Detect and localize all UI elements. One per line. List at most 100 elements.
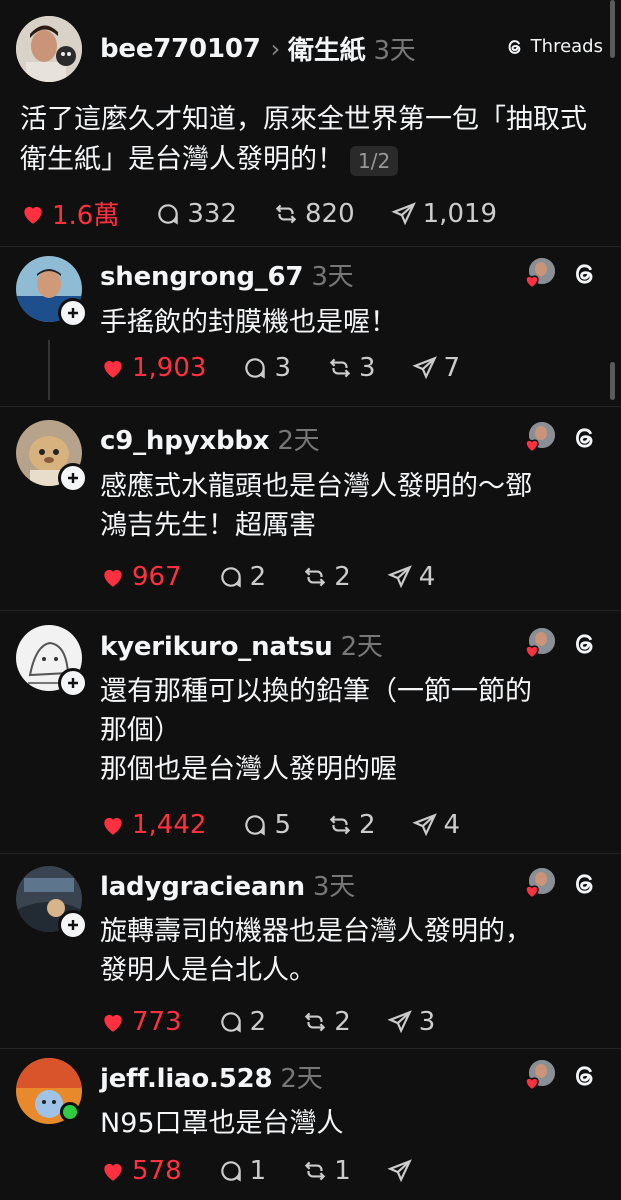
plus-icon — [68, 308, 78, 318]
reply-actions: 578 1 1 — [100, 1156, 419, 1186]
comment-count: 3 — [274, 353, 291, 383]
comment-icon — [245, 815, 266, 836]
reply-time: 2天 — [340, 632, 383, 662]
share-button[interactable]: 4 — [411, 810, 461, 840]
repost-button[interactable]: 1 — [302, 1156, 351, 1186]
share-count: 1,019 — [422, 198, 498, 229]
reply-text: 旋轉壽司的機器也是台灣人發明的， 發明人是台北人。 — [100, 912, 600, 990]
follow-button[interactable] — [58, 463, 88, 493]
comment-button[interactable]: 3 — [242, 353, 291, 383]
repost-button[interactable]: 820 — [273, 199, 355, 229]
divider — [0, 610, 621, 611]
post-time: 3天 — [373, 36, 416, 66]
like-button[interactable]: 578 — [100, 1156, 182, 1186]
reply-text-line: 鴻吉先生！超厲害 — [100, 510, 316, 541]
plus-icon — [68, 920, 78, 930]
like-button[interactable]: 1,903 — [100, 353, 206, 383]
like-count: 1,442 — [132, 810, 207, 840]
reply-header: c9_hpyxbbx 2天 — [100, 420, 320, 457]
like-button[interactable]: 773 — [100, 1007, 182, 1037]
threads-logo-icon[interactable] — [571, 424, 599, 452]
comment-button[interactable]: 2 — [218, 1007, 266, 1037]
post-actions: 1.6萬 332 820 1,019 — [20, 195, 497, 232]
comment-icon — [245, 358, 266, 379]
share-icon — [391, 201, 416, 225]
reply-username[interactable]: jeff.liao.528 — [100, 1064, 273, 1094]
like-button[interactable]: 967 — [100, 562, 182, 592]
author-username[interactable]: bee770107 — [100, 34, 261, 64]
threads-logo-icon[interactable] — [571, 1062, 599, 1090]
repost-icon — [275, 204, 297, 223]
reply-text-line: 感應式水龍頭也是台灣人發明的～鄧 — [100, 471, 532, 502]
reply-actions: 1,903 3 3 7 — [100, 353, 460, 383]
repost-button[interactable]: 3 — [327, 353, 376, 383]
heart-icon — [104, 360, 122, 378]
threads-logo-icon[interactable] — [571, 260, 599, 288]
repost-icon — [304, 1161, 326, 1181]
heart-icon — [104, 1014, 122, 1032]
comment-button[interactable]: 332 — [155, 199, 237, 229]
reply-actions: 967 2 2 4 — [100, 562, 435, 592]
reply-text: N95口罩也是台灣人 — [100, 1104, 600, 1143]
comment-button[interactable]: 1 — [218, 1156, 267, 1186]
share-button[interactable]: 7 — [411, 353, 460, 383]
threads-logo-icon[interactable] — [571, 630, 599, 658]
repost-icon — [329, 358, 351, 378]
comment-button[interactable]: 5 — [242, 810, 291, 840]
share-button[interactable]: 1,019 — [391, 199, 497, 229]
share-icon — [411, 813, 437, 837]
like-button[interactable]: 1.6萬 — [20, 195, 119, 232]
repost-button[interactable]: 2 — [327, 810, 376, 840]
reply-username[interactable]: kyerikuro_natsu — [100, 632, 333, 662]
divider — [0, 246, 621, 247]
reply-username[interactable]: shengrong_67 — [100, 262, 304, 292]
reply-time: 2天 — [277, 426, 320, 456]
threads-logo-icon[interactable] — [571, 870, 599, 898]
reply-username[interactable]: ladygracieann — [100, 872, 305, 902]
repost-button[interactable]: 2 — [302, 562, 351, 592]
follow-button[interactable] — [58, 910, 88, 940]
scrollbar-top[interactable] — [610, 0, 615, 58]
liked-by-author-indicator — [523, 1060, 555, 1092]
repost-count: 1 — [334, 1156, 351, 1186]
like-count: 1,903 — [132, 353, 207, 383]
repost-count: 2 — [358, 810, 376, 840]
heart-icon — [104, 817, 122, 835]
repost-count: 2 — [334, 1007, 351, 1037]
threads-brand[interactable]: Threads — [505, 36, 603, 57]
like-count: 1.6萬 — [52, 201, 120, 231]
like-count: 967 — [132, 562, 182, 592]
scrollbar-mid[interactable] — [610, 362, 615, 400]
heart-icon — [525, 645, 539, 659]
share-button[interactable] — [387, 1158, 419, 1184]
comment-count: 2 — [249, 562, 267, 592]
repost-icon — [329, 815, 351, 835]
heart-icon — [525, 885, 539, 899]
repost-count: 2 — [334, 562, 351, 592]
follow-button[interactable] — [58, 298, 88, 328]
reply-meta-icons — [523, 1060, 599, 1092]
reply-header: ladygracieann 3天 — [100, 866, 355, 903]
comment-count: 5 — [274, 810, 291, 840]
author-avatar[interactable] — [16, 16, 82, 82]
reply-meta-icons — [523, 422, 599, 454]
like-button[interactable]: 1,442 — [100, 810, 206, 840]
reply-text-line: N95口罩也是台灣人 — [100, 1108, 344, 1139]
reply-text-line: 還有那種可以換的鉛筆（一節一節的 — [100, 676, 532, 707]
reply-time: 3天 — [311, 262, 354, 292]
reply-actions: 1,442 5 2 4 — [100, 810, 460, 840]
share-count: 3 — [418, 1007, 436, 1037]
topic-tag[interactable]: 衛生紙 — [288, 30, 366, 67]
share-button[interactable]: 4 — [387, 562, 435, 592]
share-count: 4 — [443, 810, 461, 840]
comment-count: 1 — [249, 1156, 267, 1186]
reply-text: 感應式水龍頭也是台灣人發明的～鄧 鴻吉先生！超厲害 — [100, 467, 600, 545]
repost-button[interactable]: 2 — [302, 1007, 351, 1037]
follow-button[interactable] — [58, 668, 88, 698]
comment-button[interactable]: 2 — [218, 562, 267, 592]
brand-label: Threads — [530, 36, 603, 57]
liked-by-author-indicator — [523, 868, 555, 900]
plus-icon — [68, 473, 78, 483]
reply-username[interactable]: c9_hpyxbbx — [100, 426, 270, 456]
share-button[interactable]: 3 — [387, 1007, 436, 1037]
